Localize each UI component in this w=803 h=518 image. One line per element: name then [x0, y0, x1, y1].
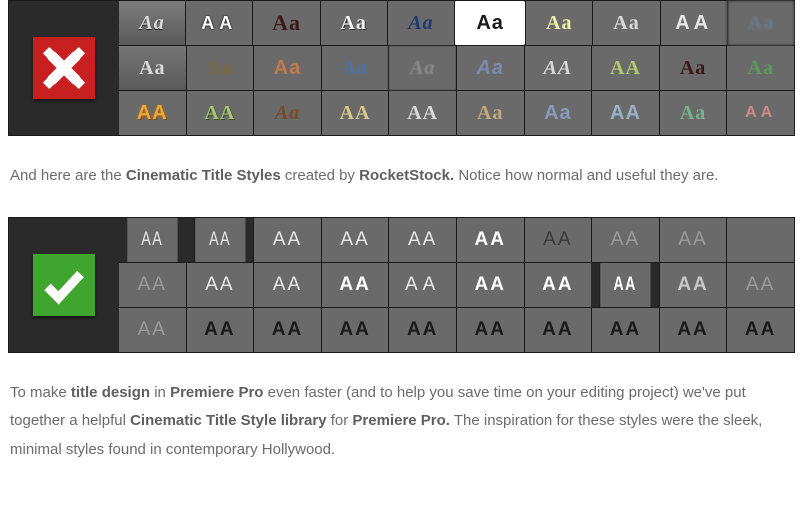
bad-swatch[interactable]: Aa — [592, 1, 659, 45]
bad-swatch[interactable]: Aa — [321, 46, 389, 90]
good-row: AAAAAAAAAAAAAAAAAA — [119, 218, 794, 262]
good-swatch[interactable]: AA — [186, 308, 254, 352]
good-swatch[interactable]: AA — [127, 218, 177, 262]
text: Notice how normal and useful they are. — [454, 167, 718, 184]
good-swatch[interactable]: AA — [726, 308, 794, 352]
bad-swatch[interactable]: AA — [186, 91, 254, 135]
good-swatch[interactable]: AA — [726, 263, 794, 307]
bad-swatch[interactable]: AA — [591, 46, 659, 90]
good-swatch[interactable]: AA — [659, 263, 727, 307]
bad-swatch[interactable]: AA — [726, 91, 794, 135]
text-bold: Premiere Pro. — [352, 412, 450, 429]
text: And here are the — [10, 167, 126, 184]
good-swatch[interactable]: AA — [388, 218, 456, 262]
bad-swatch[interactable]: Aa — [119, 46, 186, 90]
good-swatch[interactable]: AA — [524, 263, 592, 307]
good-icon-area — [9, 218, 119, 352]
bad-swatch[interactable]: Aa — [727, 1, 794, 45]
bad-swatch[interactable]: Aa — [659, 91, 727, 135]
text: To make — [10, 384, 71, 401]
bad-swatch[interactable]: Aa — [252, 1, 319, 45]
bad-styles-grid: AaAAAaAaAaAaAaAaAAAaAaAaAaAaAaAaAAAAAaAa… — [119, 1, 794, 135]
bad-swatch[interactable]: Aa — [454, 1, 525, 45]
good-row: AAAAAAAAAAAAAAAAAAAA — [119, 262, 794, 307]
bad-swatch[interactable]: Aa — [253, 91, 321, 135]
good-swatch[interactable]: AA — [253, 308, 321, 352]
bad-swatch[interactable]: Aa — [387, 1, 454, 45]
bad-swatch[interactable]: AA — [660, 1, 727, 45]
bad-swatch[interactable]: AA — [185, 1, 252, 45]
bad-swatch[interactable]: AA — [119, 91, 186, 135]
bad-swatch[interactable]: Aa — [456, 91, 524, 135]
good-swatch[interactable]: AA — [388, 263, 456, 307]
text-bold: Cinematic Title Style library — [130, 412, 326, 429]
bad-swatch[interactable]: Aa — [726, 46, 794, 90]
good-styles-grid: AAAAAAAAAAAAAAAAAAAAAAAAAAAAAAAAAAAAAAAA… — [119, 218, 794, 352]
good-swatch[interactable]: AA — [600, 263, 651, 307]
good-swatch[interactable]: AA — [456, 263, 524, 307]
good-swatch[interactable]: AA — [194, 218, 245, 262]
bad-swatch[interactable]: AA — [388, 91, 456, 135]
good-swatch[interactable]: AA — [388, 308, 456, 352]
good-swatch[interactable]: AA — [456, 218, 524, 262]
text: created by — [281, 167, 359, 184]
bad-icon-area — [9, 1, 119, 135]
good-swatch[interactable]: AA — [253, 218, 321, 262]
good-swatch[interactable]: AA — [524, 218, 592, 262]
bad-swatch[interactable]: Aa — [524, 91, 592, 135]
cross-icon — [33, 37, 95, 99]
intro-paragraph-1: And here are the Cinematic Title Styles … — [0, 136, 803, 217]
good-swatch[interactable]: AA — [119, 263, 186, 307]
good-swatch[interactable]: AA — [591, 308, 659, 352]
good-swatch[interactable]: AA — [524, 308, 592, 352]
text-bold: RocketStock. — [359, 167, 454, 184]
good-swatch[interactable]: AA — [186, 263, 254, 307]
good-swatch[interactable]: AA — [321, 308, 389, 352]
text: in — [150, 384, 170, 401]
text-bold: Premiere Pro — [170, 384, 263, 401]
bad-swatch[interactable]: Aa — [659, 46, 727, 90]
intro-paragraph-2: To make title design in Premiere Pro eve… — [0, 353, 803, 491]
bad-row: AaAAAaAaAaAaAaAaAAAa — [119, 1, 794, 45]
good-swatch[interactable]: AA — [321, 218, 389, 262]
bad-swatch[interactable]: Aa — [186, 46, 254, 90]
bad-swatch[interactable]: Aa — [253, 46, 321, 90]
text: for — [327, 412, 353, 429]
bad-row: AaAaAaAaAaAaAAAAAaAa — [119, 45, 794, 90]
good-swatch[interactable]: AA — [659, 218, 727, 262]
good-swatch[interactable]: AA — [321, 263, 389, 307]
text-bold: title design — [71, 384, 150, 401]
bad-swatch[interactable]: Aa — [119, 1, 185, 45]
good-swatch[interactable]: AA — [253, 263, 321, 307]
text-bold: Cinematic Title Styles — [126, 167, 281, 184]
check-icon — [33, 254, 95, 316]
good-swatch[interactable] — [726, 218, 794, 262]
good-swatch[interactable]: AA — [456, 308, 524, 352]
bad-swatch[interactable]: Aa — [525, 1, 592, 45]
bad-styles-panel: AaAAAaAaAaAaAaAaAAAaAaAaAaAaAaAaAAAAAaAa… — [8, 0, 795, 136]
bad-row: AAAAAaAAAAAaAaAAAaAA — [119, 90, 794, 135]
good-swatch[interactable]: AA — [591, 218, 659, 262]
good-swatch[interactable]: AA — [119, 308, 186, 352]
good-row: AAAAAAAAAAAAAAAAAAAA — [119, 307, 794, 352]
bad-swatch[interactable]: Aa — [388, 46, 456, 90]
good-styles-panel: AAAAAAAAAAAAAAAAAAAAAAAAAAAAAAAAAAAAAAAA… — [8, 217, 795, 353]
good-swatch[interactable]: AA — [659, 308, 727, 352]
bad-swatch[interactable]: AA — [321, 91, 389, 135]
bad-swatch[interactable]: AA — [591, 91, 659, 135]
bad-swatch[interactable]: Aa — [456, 46, 524, 90]
bad-swatch[interactable]: Aa — [320, 1, 387, 45]
bad-swatch[interactable]: AA — [524, 46, 592, 90]
